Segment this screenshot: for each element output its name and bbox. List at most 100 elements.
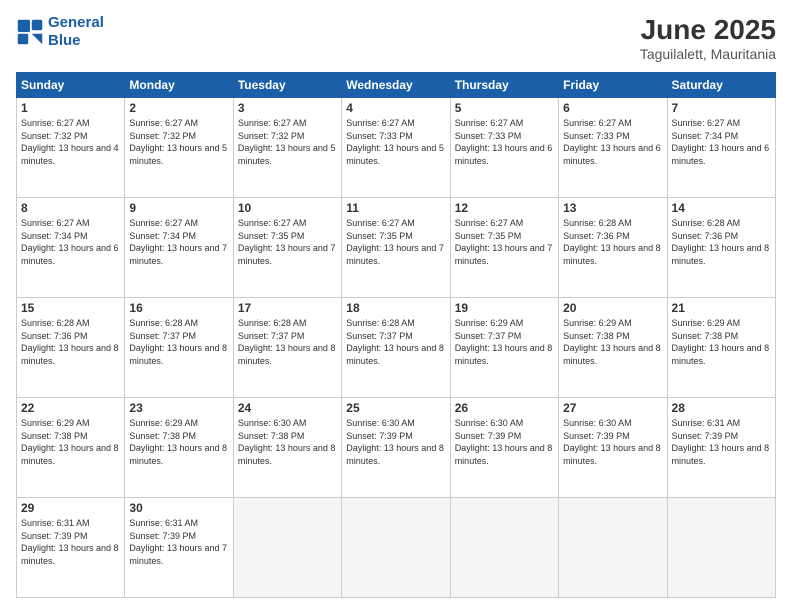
cell-info: Sunrise: 6:27 AMSunset: 7:35 PMDaylight:… bbox=[346, 217, 445, 267]
title-block: June 2025 Taguilalett, Mauritania bbox=[640, 14, 776, 62]
table-cell bbox=[667, 498, 775, 598]
table-cell: 28 Sunrise: 6:31 AMSunset: 7:39 PMDayligh… bbox=[667, 398, 775, 498]
table-cell: 25 Sunrise: 6:30 AMSunset: 7:39 PMDayligh… bbox=[342, 398, 450, 498]
cell-info: Sunrise: 6:30 AMSunset: 7:39 PMDaylight:… bbox=[346, 417, 445, 467]
calendar-table: Sunday Monday Tuesday Wednesday Thursday… bbox=[16, 72, 776, 598]
cell-info: Sunrise: 6:27 AMSunset: 7:32 PMDaylight:… bbox=[129, 117, 228, 167]
cell-info: Sunrise: 6:27 AMSunset: 7:33 PMDaylight:… bbox=[563, 117, 662, 167]
table-cell: 11 Sunrise: 6:27 AMSunset: 7:35 PMDayligh… bbox=[342, 198, 450, 298]
month-title: June 2025 bbox=[640, 14, 776, 46]
table-cell bbox=[559, 498, 667, 598]
day-number: 19 bbox=[455, 301, 554, 315]
day-number: 14 bbox=[672, 201, 771, 215]
col-tuesday: Tuesday bbox=[233, 73, 341, 98]
day-number: 7 bbox=[672, 101, 771, 115]
table-row: 15Sunrise: 6:28 AMSunset: 7:36 PMDayligh… bbox=[17, 298, 776, 398]
logo-line1: General bbox=[48, 14, 104, 31]
table-cell: 30Sunrise: 6:31 AMSunset: 7:39 PMDayligh… bbox=[125, 498, 233, 598]
cell-info: Sunrise: 6:27 AMSunset: 7:35 PMDaylight:… bbox=[238, 217, 337, 267]
cell-info: Sunrise: 6:28 AMSunset: 7:37 PMDaylight:… bbox=[238, 317, 337, 367]
day-number: 5 bbox=[455, 101, 554, 115]
table-cell: 8 Sunrise: 6:27 AMSunset: 7:34 PMDaylight… bbox=[17, 198, 125, 298]
logo-line2: Blue bbox=[48, 32, 81, 49]
day-number: 10 bbox=[238, 201, 337, 215]
table-cell: 15Sunrise: 6:28 AMSunset: 7:36 PMDayligh… bbox=[17, 298, 125, 398]
table-cell bbox=[450, 498, 558, 598]
table-cell: 4 Sunrise: 6:27 AMSunset: 7:33 PMDaylight… bbox=[342, 98, 450, 198]
location-title: Taguilalett, Mauritania bbox=[640, 46, 776, 62]
day-number: 9 bbox=[129, 201, 228, 215]
table-cell: 9 Sunrise: 6:27 AMSunset: 7:34 PMDaylight… bbox=[125, 198, 233, 298]
table-cell: 26 Sunrise: 6:30 AMSunset: 7:39 PMDayligh… bbox=[450, 398, 558, 498]
col-friday: Friday bbox=[559, 73, 667, 98]
table-row: 22 Sunrise: 6:29 AMSunset: 7:38 PMDayligh… bbox=[17, 398, 776, 498]
day-number: 11 bbox=[346, 201, 445, 215]
cell-info: Sunrise: 6:27 AMSunset: 7:33 PMDaylight:… bbox=[455, 117, 554, 167]
table-cell: 21 Sunrise: 6:29 AMSunset: 7:38 PMDayligh… bbox=[667, 298, 775, 398]
cell-info: Sunrise: 6:30 AMSunset: 7:39 PMDaylight:… bbox=[455, 417, 554, 467]
logo: General Blue bbox=[16, 14, 104, 50]
day-number: 4 bbox=[346, 101, 445, 115]
table-cell: 23Sunrise: 6:29 AMSunset: 7:38 PMDayligh… bbox=[125, 398, 233, 498]
cell-info: Sunrise: 6:27 AMSunset: 7:34 PMDaylight:… bbox=[672, 117, 771, 167]
cell-info: Sunrise: 6:31 AMSunset: 7:39 PMDaylight:… bbox=[672, 417, 771, 467]
cell-info: Sunrise: 6:29 AMSunset: 7:38 PMDaylight:… bbox=[672, 317, 771, 367]
table-cell: 3 Sunrise: 6:27 AMSunset: 7:32 PMDaylight… bbox=[233, 98, 341, 198]
table-cell: 12 Sunrise: 6:27 AMSunset: 7:35 PMDayligh… bbox=[450, 198, 558, 298]
table-cell: 20 Sunrise: 6:29 AMSunset: 7:38 PMDayligh… bbox=[559, 298, 667, 398]
cell-info: Sunrise: 6:27 AMSunset: 7:34 PMDaylight:… bbox=[129, 217, 228, 267]
day-number: 16 bbox=[129, 301, 228, 315]
day-number: 1 bbox=[21, 101, 120, 115]
table-cell: 24 Sunrise: 6:30 AMSunset: 7:38 PMDayligh… bbox=[233, 398, 341, 498]
cell-info: Sunrise: 6:29 AMSunset: 7:38 PMDaylight:… bbox=[129, 417, 228, 467]
table-cell: 14 Sunrise: 6:28 AMSunset: 7:36 PMDayligh… bbox=[667, 198, 775, 298]
col-thursday: Thursday bbox=[450, 73, 558, 98]
cell-info: Sunrise: 6:27 AMSunset: 7:35 PMDaylight:… bbox=[455, 217, 554, 267]
table-cell: 7 Sunrise: 6:27 AMSunset: 7:34 PMDaylight… bbox=[667, 98, 775, 198]
day-number: 25 bbox=[346, 401, 445, 415]
table-cell bbox=[342, 498, 450, 598]
day-number: 20 bbox=[563, 301, 662, 315]
cell-info: Sunrise: 6:27 AMSunset: 7:32 PMDaylight:… bbox=[21, 117, 120, 167]
header: General Blue June 2025 Taguilalett, Maur… bbox=[16, 14, 776, 62]
day-number: 22 bbox=[21, 401, 120, 415]
day-number: 18 bbox=[346, 301, 445, 315]
cell-info: Sunrise: 6:30 AMSunset: 7:39 PMDaylight:… bbox=[563, 417, 662, 467]
table-cell: 17Sunrise: 6:28 AMSunset: 7:37 PMDayligh… bbox=[233, 298, 341, 398]
page: General Blue June 2025 Taguilalett, Maur… bbox=[0, 0, 792, 612]
day-number: 3 bbox=[238, 101, 337, 115]
day-number: 13 bbox=[563, 201, 662, 215]
day-number: 21 bbox=[672, 301, 771, 315]
table-row: 29Sunrise: 6:31 AMSunset: 7:39 PMDayligh… bbox=[17, 498, 776, 598]
day-number: 26 bbox=[455, 401, 554, 415]
cell-info: Sunrise: 6:27 AMSunset: 7:34 PMDaylight:… bbox=[21, 217, 120, 267]
col-wednesday: Wednesday bbox=[342, 73, 450, 98]
table-cell: 2Sunrise: 6:27 AMSunset: 7:32 PMDaylight… bbox=[125, 98, 233, 198]
day-number: 12 bbox=[455, 201, 554, 215]
table-cell: 1 Sunrise: 6:27 AMSunset: 7:32 PMDaylight… bbox=[17, 98, 125, 198]
table-cell: 22Sunrise: 6:29 AMSunset: 7:38 PMDayligh… bbox=[17, 398, 125, 498]
day-number: 8 bbox=[21, 201, 120, 215]
table-cell: 6 Sunrise: 6:27 AMSunset: 7:33 PMDaylight… bbox=[559, 98, 667, 198]
table-cell: 27 Sunrise: 6:30 AMSunset: 7:39 PMDayligh… bbox=[559, 398, 667, 498]
header-row: Sunday Monday Tuesday Wednesday Thursday… bbox=[17, 73, 776, 98]
cell-info: Sunrise: 6:27 AMSunset: 7:32 PMDaylight:… bbox=[238, 117, 337, 167]
table-cell: 19 Sunrise: 6:29 AMSunset: 7:37 PMDayligh… bbox=[450, 298, 558, 398]
cell-info: Sunrise: 6:28 AMSunset: 7:36 PMDaylight:… bbox=[672, 217, 771, 267]
col-monday: Monday bbox=[125, 73, 233, 98]
day-number: 24 bbox=[238, 401, 337, 415]
logo-text: General Blue bbox=[48, 14, 104, 50]
cell-info: Sunrise: 6:30 AMSunset: 7:38 PMDaylight:… bbox=[238, 417, 337, 467]
cell-info: Sunrise: 6:29 AMSunset: 7:37 PMDaylight:… bbox=[455, 317, 554, 367]
cell-info: Sunrise: 6:28 AMSunset: 7:37 PMDaylight:… bbox=[346, 317, 445, 367]
table-cell: 18 Sunrise: 6:28 AMSunset: 7:37 PMDayligh… bbox=[342, 298, 450, 398]
day-number: 28 bbox=[672, 401, 771, 415]
cell-info: Sunrise: 6:28 AMSunset: 7:36 PMDaylight:… bbox=[563, 217, 662, 267]
day-number: 6 bbox=[563, 101, 662, 115]
table-row: 1 Sunrise: 6:27 AMSunset: 7:32 PMDaylight… bbox=[17, 98, 776, 198]
day-number: 30 bbox=[129, 501, 228, 515]
cell-info: Sunrise: 6:29 AMSunset: 7:38 PMDaylight:… bbox=[563, 317, 662, 367]
cell-info: Sunrise: 6:31 AMSunset: 7:39 PMDaylight:… bbox=[21, 517, 120, 567]
cell-info: Sunrise: 6:27 AMSunset: 7:33 PMDaylight:… bbox=[346, 117, 445, 167]
day-number: 27 bbox=[563, 401, 662, 415]
